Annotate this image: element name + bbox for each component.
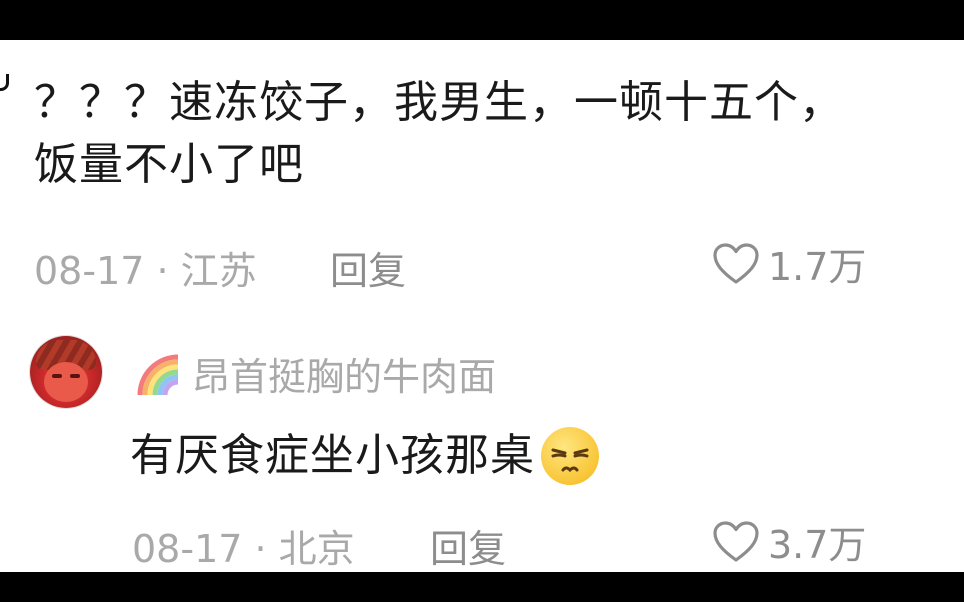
heart-icon[interactable] (712, 520, 760, 564)
comment-1-reply-button[interactable]: 回复 (330, 240, 406, 295)
comment-1-date-location: 08-17 · 江苏 (34, 249, 257, 293)
comment-2-reply-button[interactable]: 回复 (430, 518, 506, 572)
squinting-annoyed-face-icon (541, 427, 599, 485)
comment-1-like-count: 1.7万 (768, 245, 867, 289)
comment-2-like-button[interactable]: 3.7万 (712, 514, 866, 569)
comment-list: ？？？速冻饺子，我男生，一顿十五个， 饭量不小了吧 08-17 · 江苏 回复 … (0, 40, 964, 572)
comment-1-like-button[interactable]: 1.7万 (712, 236, 866, 291)
comment-1-line-1: ？？？速冻饺子，我男生，一顿十五个， (34, 77, 844, 128)
partial-icon (0, 74, 9, 91)
comment-2-text: 有厌食症坐小孩那桌 (130, 425, 601, 487)
comment-2-like-count: 3.7万 (768, 523, 867, 567)
avatar[interactable] (30, 336, 102, 408)
comment-2-date-location: 08-17 · 北京 (132, 527, 355, 571)
comment-1-line-2: 饭量不小了吧 (34, 139, 304, 190)
comment-1-text: ？？？速冻饺子，我男生，一顿十五个， 饭量不小了吧 (34, 72, 964, 196)
username-label: 昂首挺胸的牛肉面 (192, 355, 497, 399)
letterbox-bottom (0, 572, 964, 602)
rainbow-icon (137, 354, 179, 395)
heart-icon[interactable] (712, 242, 760, 286)
comment-2-username[interactable]: 昂首挺胸的牛肉面 (134, 346, 496, 401)
comment-2-body: 有厌食症坐小孩那桌 (130, 430, 535, 481)
letterbox-top (0, 0, 964, 40)
